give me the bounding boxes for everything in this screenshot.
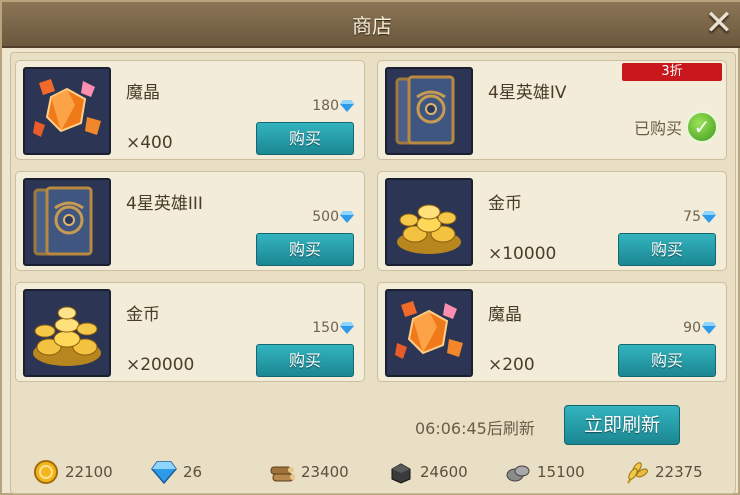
shop-item-card: 魔晶 180 ×400 购买 bbox=[15, 60, 365, 160]
window-title: 商店 bbox=[352, 14, 392, 38]
price-value: 180 bbox=[312, 98, 339, 114]
gem-icon bbox=[340, 322, 354, 334]
gem-icon bbox=[151, 461, 177, 485]
stone-icon bbox=[506, 465, 530, 482]
item-price: 500 bbox=[312, 209, 354, 225]
shop-item-card: 4星英雄III 500 购买 bbox=[15, 171, 365, 271]
resource-wood: 23400 bbox=[269, 459, 349, 485]
resource-stone: 15100 bbox=[505, 459, 585, 485]
resource-value: 22100 bbox=[65, 463, 113, 481]
item-quantity: ×200 bbox=[488, 355, 535, 375]
resource-value: 15100 bbox=[537, 463, 585, 481]
resource-value: 26 bbox=[183, 463, 203, 481]
resource-gem: 26 bbox=[151, 459, 202, 485]
gem-icon bbox=[702, 322, 716, 334]
wood-icon bbox=[270, 466, 295, 482]
shop-window: 商店 ✕ 魔晶 180 ×400 购买 3折 4星英雄IV 已购买 ✓ 4星英雄… bbox=[0, 0, 740, 495]
purchased-status: 已购买 ✓ bbox=[634, 111, 718, 143]
gem-icon bbox=[340, 100, 354, 112]
gem-icon bbox=[340, 211, 354, 223]
resource-value: 24600 bbox=[420, 463, 468, 481]
buy-button[interactable]: 购买 bbox=[618, 233, 716, 266]
item-quantity: ×10000 bbox=[488, 244, 557, 264]
item-name: 魔晶 bbox=[126, 83, 160, 103]
hero-card-icon bbox=[23, 178, 111, 266]
price-value: 150 bbox=[312, 320, 339, 336]
item-name: 4星英雄III bbox=[126, 194, 203, 214]
buy-button[interactable]: 购买 bbox=[256, 233, 354, 266]
close-icon[interactable]: ✕ bbox=[702, 6, 736, 40]
gold-coin-icon bbox=[34, 460, 58, 484]
checkmark-icon: ✓ bbox=[686, 111, 718, 143]
purchased-label: 已购买 bbox=[633, 119, 682, 138]
gold-coins-icon bbox=[23, 289, 111, 377]
item-name: 金币 bbox=[488, 194, 522, 214]
shop-item-card: 3折 4星英雄IV 已购买 ✓ bbox=[377, 60, 727, 160]
shop-item-card: 金币 75 ×10000 购买 bbox=[377, 171, 727, 271]
buy-button[interactable]: 购买 bbox=[618, 344, 716, 377]
item-price: 90 bbox=[683, 320, 716, 336]
iron-icon bbox=[391, 463, 411, 484]
resource-gold: 22100 bbox=[33, 459, 113, 485]
refresh-countdown: 06:06:45后刷新 bbox=[415, 419, 535, 438]
buy-button[interactable]: 购买 bbox=[256, 122, 354, 155]
title-bar: 商店 ✕ bbox=[2, 2, 740, 48]
wheat-icon bbox=[626, 462, 648, 484]
shop-content: 魔晶 180 ×400 购买 3折 4星英雄IV 已购买 ✓ 4星英雄III 5… bbox=[10, 52, 736, 494]
item-quantity: ×400 bbox=[126, 133, 173, 153]
price-value: 75 bbox=[683, 209, 701, 225]
item-quantity: ×20000 bbox=[126, 355, 195, 375]
item-price: 75 bbox=[683, 209, 716, 225]
gem-icon bbox=[702, 211, 716, 223]
discount-badge: 3折 bbox=[622, 63, 722, 81]
shop-item-card: 金币 150 ×20000 购买 bbox=[15, 282, 365, 382]
item-name: 4星英雄IV bbox=[488, 83, 567, 103]
refresh-row: 06:06:45后刷新 立即刷新 bbox=[11, 405, 735, 445]
price-value: 500 bbox=[312, 209, 339, 225]
price-value: 90 bbox=[683, 320, 701, 336]
item-name: 魔晶 bbox=[488, 305, 522, 325]
resource-value: 23400 bbox=[301, 463, 349, 481]
magic-crystal-icon bbox=[385, 289, 473, 377]
resource-bar: 22100 26 23400 24600 15100 22375 bbox=[11, 453, 735, 491]
refresh-now-button[interactable]: 立即刷新 bbox=[564, 405, 680, 445]
magic-crystal-icon bbox=[23, 67, 111, 155]
item-name: 金币 bbox=[126, 305, 160, 325]
resource-value: 22375 bbox=[655, 463, 703, 481]
shop-item-card: 魔晶 90 ×200 购买 bbox=[377, 282, 727, 382]
gold-coins-icon bbox=[385, 178, 473, 266]
item-price: 180 bbox=[312, 98, 354, 114]
buy-button[interactable]: 购买 bbox=[256, 344, 354, 377]
resource-iron: 24600 bbox=[388, 459, 468, 485]
item-price: 150 bbox=[312, 320, 354, 336]
resource-wheat: 22375 bbox=[623, 459, 703, 485]
hero-card-icon bbox=[385, 67, 473, 155]
